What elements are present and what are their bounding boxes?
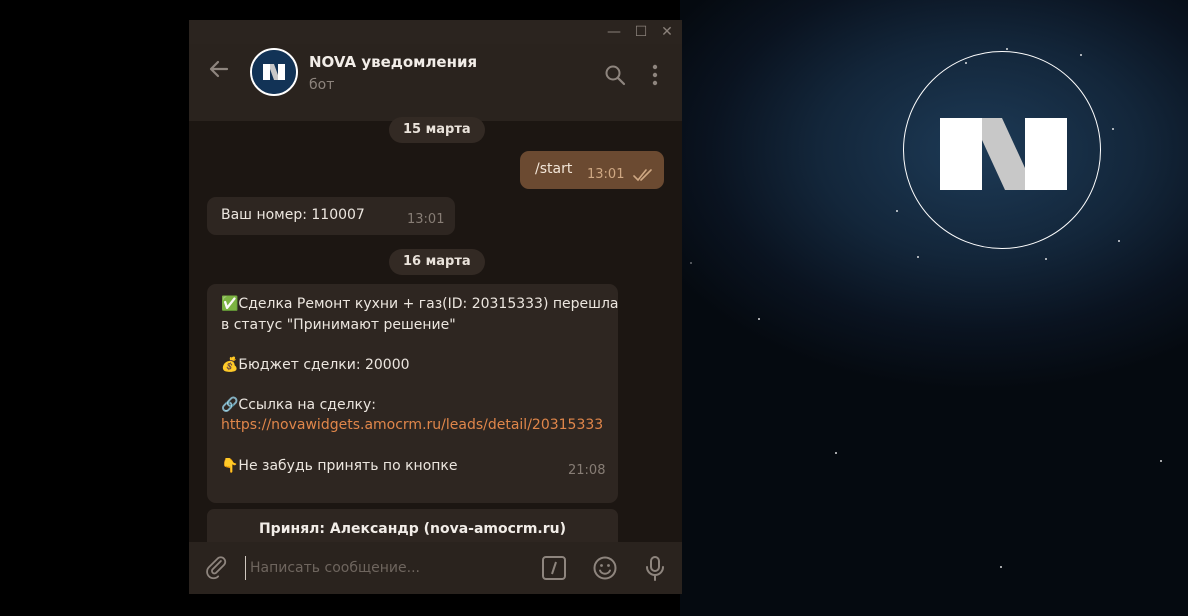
message-text: Ваш номер: 110007 (221, 207, 365, 223)
date-separator: 16 марта (389, 249, 485, 275)
message-line: ✅Сделка Ремонт кухни + газ(ID: 20315333)… (221, 296, 619, 312)
message-text: /start (535, 161, 573, 177)
composer: Написать сообщение... (189, 542, 682, 594)
incoming-message[interactable]: ✅Сделка Ремонт кухни + газ(ID: 20315333)… (207, 284, 618, 503)
outgoing-message[interactable]: /start 13:01 (520, 151, 664, 189)
search-icon[interactable] (603, 63, 627, 87)
double-check-icon (633, 169, 652, 182)
chat-subtitle: бот (309, 77, 335, 93)
message-line: 👇Не забудь принять по кнопке (221, 458, 458, 474)
incoming-message[interactable]: Ваш номер: 110007 13:01 (207, 197, 455, 235)
message-list: 15 марта /start 13:01 Ваш номер: 110007 … (189, 117, 682, 549)
avatar[interactable] (250, 48, 298, 96)
more-vert-icon[interactable] (643, 63, 667, 87)
message-time: 13:01 (407, 212, 445, 227)
microphone-icon[interactable] (642, 555, 668, 581)
nova-logo-icon (940, 118, 1067, 190)
date-separator: 15 марта (389, 117, 485, 143)
minimize-icon[interactable]: — (603, 22, 625, 42)
message-time: 21:08 (568, 463, 606, 478)
emoji-icon[interactable] (592, 555, 618, 581)
message-input[interactable]: Написать сообщение... (245, 556, 530, 580)
deal-link[interactable]: https://novawidgets.amocrm.ru/leads/deta… (221, 417, 603, 433)
maximize-icon[interactable]: ☐ (630, 22, 652, 42)
message-line: 🔗Ссылка на сделку: (221, 397, 376, 413)
message-time: 13:01 (587, 167, 625, 182)
close-icon[interactable]: ✕ (656, 22, 678, 42)
title-bar: — ☐ ✕ (189, 20, 682, 44)
back-arrow-icon[interactable] (207, 57, 231, 81)
bot-command-icon[interactable] (541, 555, 567, 581)
telegram-window: — ☐ ✕ NOVA уведомления бот 15 марта /sta… (189, 20, 682, 594)
message-line: 💰Бюджет сделки: 20000 (221, 357, 410, 373)
chat-title[interactable]: NOVA уведомления (309, 53, 477, 71)
paperclip-icon[interactable] (203, 555, 229, 581)
message-line: в статус "Принимают решение" (221, 317, 456, 333)
